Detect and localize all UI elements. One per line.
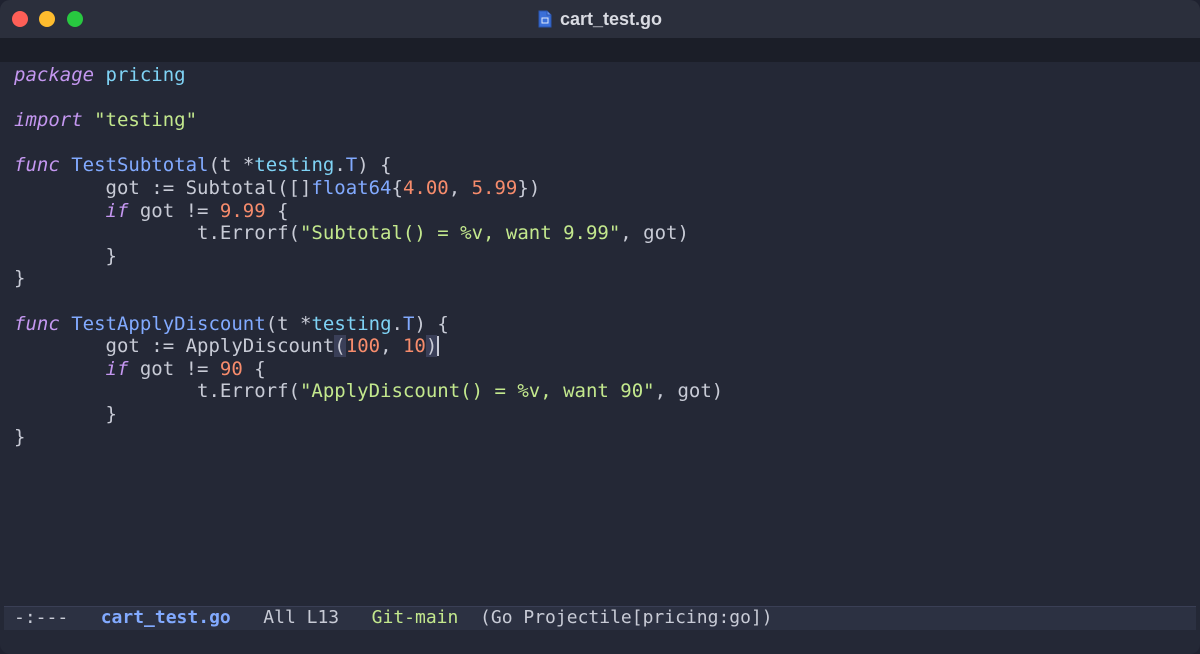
code-token: "Subtotal() = %v, want 9.99" bbox=[299, 222, 621, 245]
code-line[interactable] bbox=[14, 132, 1184, 155]
code-token: ) { bbox=[414, 312, 449, 335]
window-title: cart_test.go bbox=[559, 8, 663, 29]
code-line[interactable]: func TestApplyDiscount(t *testing.T) { bbox=[14, 313, 1184, 336]
title-bar[interactable]: cart_test.go bbox=[0, 0, 1200, 38]
code-token: got := Subtotal([] bbox=[14, 176, 312, 199]
code-token: TestSubtotal bbox=[71, 154, 209, 177]
code-token: testing bbox=[254, 154, 335, 177]
echo-area bbox=[0, 630, 1200, 654]
code-line[interactable]: t.Errorf("ApplyDiscount() = %v, want 90"… bbox=[14, 380, 1184, 403]
code-token: if bbox=[105, 199, 129, 222]
code-token: } bbox=[14, 425, 26, 448]
code-token: ) { bbox=[357, 154, 392, 177]
code-token: t.Errorf( bbox=[14, 380, 300, 403]
code-token: got := ApplyDiscount bbox=[14, 335, 335, 358]
code-token: func bbox=[14, 312, 60, 335]
code-token: T bbox=[402, 312, 415, 335]
window-title-group: cart_test.go bbox=[0, 0, 1200, 38]
code-token: import bbox=[14, 109, 83, 132]
modeline-position: All L13 bbox=[263, 607, 340, 628]
code-line[interactable]: package pricing bbox=[14, 64, 1184, 87]
code-line[interactable] bbox=[14, 290, 1184, 313]
code-token: , got) bbox=[654, 380, 724, 403]
code-token: 4.00 bbox=[402, 176, 449, 199]
text-cursor bbox=[437, 336, 440, 357]
code-token: float64 bbox=[311, 176, 392, 199]
code-line[interactable]: got := Subtotal([]float64{4.00, 5.99}) bbox=[14, 177, 1184, 200]
code-token: got != bbox=[128, 199, 220, 222]
code-token: { bbox=[265, 199, 289, 222]
code-line[interactable]: func TestSubtotal(t *testing.T) { bbox=[14, 154, 1184, 177]
code-token: 100 bbox=[345, 335, 381, 358]
code-line[interactable]: if got != 9.99 { bbox=[14, 200, 1184, 223]
header-line bbox=[0, 38, 1200, 62]
mode-line: -:--- cart_test.go All L13 Git-main (Go … bbox=[4, 606, 1196, 630]
code-token: } bbox=[14, 244, 117, 267]
code-token: (t * bbox=[208, 154, 255, 177]
code-token: 90 bbox=[219, 357, 243, 380]
code-token: (t * bbox=[265, 312, 312, 335]
code-token: , bbox=[380, 335, 403, 358]
code-editor[interactable]: package pricing import "testing" func Test… bbox=[14, 64, 1184, 594]
editor-window: cart_test.go package pricing import "test… bbox=[0, 0, 1200, 654]
code-line[interactable]: got := ApplyDiscount(100, 10) bbox=[14, 335, 1184, 358]
code-token: 5.99 bbox=[471, 176, 518, 199]
code-line[interactable]: } bbox=[14, 403, 1184, 426]
code-line[interactable]: import "testing" bbox=[14, 109, 1184, 132]
code-token: , got) bbox=[620, 222, 689, 245]
code-token: "testing" bbox=[94, 109, 198, 132]
code-token: t.Errorf( bbox=[14, 222, 300, 245]
go-file-icon bbox=[538, 10, 552, 28]
code-line[interactable]: } bbox=[14, 267, 1184, 290]
modeline-modes[interactable]: (Go Projectile[pricing:go]) bbox=[480, 607, 773, 628]
code-token: T bbox=[345, 154, 358, 177]
code-token: ) bbox=[425, 335, 438, 358]
code-token: 10 bbox=[402, 335, 426, 358]
code-line[interactable]: } bbox=[14, 426, 1184, 449]
code-token: got != bbox=[128, 357, 220, 380]
code-token: testing bbox=[311, 312, 392, 335]
code-token: . bbox=[334, 154, 346, 177]
code-token: "ApplyDiscount() = %v, want 90" bbox=[299, 380, 655, 403]
code-token: package bbox=[14, 64, 95, 86]
modeline-vc-branch[interactable]: Git-main bbox=[372, 607, 459, 628]
code-line[interactable]: } bbox=[14, 245, 1184, 268]
code-line[interactable]: t.Errorf("Subtotal() = %v, want 9.99", g… bbox=[14, 222, 1184, 245]
code-token: . bbox=[391, 312, 403, 335]
code-token: pricing bbox=[105, 64, 186, 86]
code-token: } bbox=[14, 402, 117, 425]
code-token: 9.99 bbox=[219, 199, 266, 222]
code-token: { bbox=[242, 357, 266, 380]
code-token: TestApplyDiscount bbox=[71, 312, 266, 335]
modeline-buffer-name[interactable]: cart_test.go bbox=[101, 607, 231, 628]
modeline-status: -:--- bbox=[14, 607, 69, 628]
code-token: }) bbox=[517, 176, 541, 199]
code-line[interactable] bbox=[14, 87, 1184, 110]
code-line[interactable]: if got != 90 { bbox=[14, 358, 1184, 381]
code-token: if bbox=[105, 357, 129, 380]
code-token: ( bbox=[334, 335, 346, 358]
code-token: { bbox=[391, 176, 403, 199]
code-token: , bbox=[448, 176, 472, 199]
code-token: func bbox=[14, 154, 60, 177]
code-token: } bbox=[14, 267, 26, 290]
